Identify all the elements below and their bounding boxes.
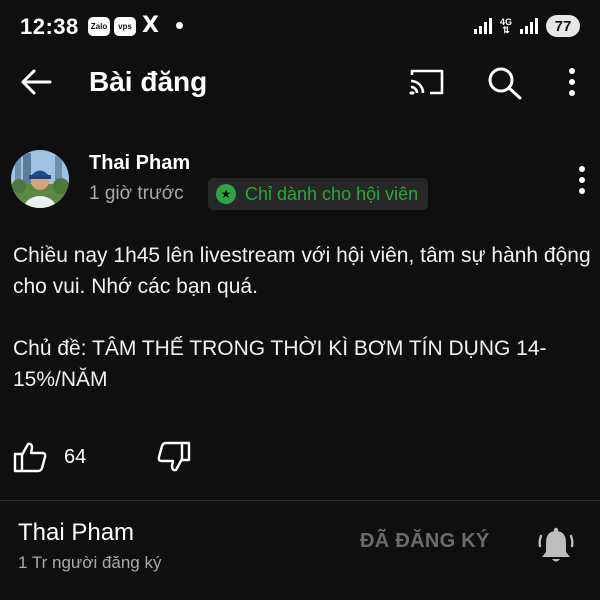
thumb-up-icon [13,442,47,473]
post-author[interactable]: Thai Pham [89,152,190,175]
members-only-badge: ★ Chỉ dành cho hội viên [208,178,429,210]
subscriber-count: 1 Tr người đăng ký [18,553,162,572]
more-options-button[interactable] [560,66,584,100]
avatar[interactable] [11,150,69,208]
like-count: 64 [64,446,87,468]
vps-notification-icon: vps [114,17,136,36]
top-app-bar: Bài đăng [0,52,600,112]
status-indicators: 4G ⇅ 77 [473,13,580,39]
notification-bell-button[interactable] [536,526,576,566]
thumb-down-icon [157,441,191,472]
post-time: 1 giờ trước [89,183,184,204]
channel-name[interactable]: Thai Pham [18,519,134,547]
post-menu-button[interactable] [571,163,593,197]
more-vert-icon [569,68,575,96]
page-title: Bài đăng [89,66,208,97]
battery-indicator: 77 [546,15,580,37]
post-paragraph: Chiều nay 1h45 lên livestream với hội vi… [13,244,591,298]
members-only-label: Chỉ dành cho hội viên [245,183,419,204]
signal-icon-2 [520,18,538,34]
more-notifications-dot [176,22,183,29]
search-button[interactable] [487,66,523,100]
status-bar: 12:38 Zalo vps X 4G ⇅ 77 [0,0,600,52]
back-button[interactable] [18,66,54,98]
cast-icon [409,69,444,95]
back-arrow-icon [21,69,52,95]
network-type: 4G ⇅ [499,17,512,35]
post-paragraph: Chủ đề: TÂM THẾ TRONG THỜI KÌ BƠM TÍN DỤ… [13,337,547,391]
star-icon: ★ [216,184,236,204]
network-label: 4G [499,17,512,27]
zalo-notification-icon: Zalo [88,17,110,36]
post-content: Chiều nay 1h45 lên livestream với hội vi… [13,240,593,395]
subscribed-button[interactable]: ĐÃ ĐĂNG KÝ [360,530,490,553]
divider [0,500,600,501]
like-button[interactable] [13,440,49,474]
dislike-button[interactable] [155,440,191,474]
more-vert-icon [579,166,585,194]
avatar-image [11,150,69,208]
clock: 12:38 [20,14,79,39]
search-icon [488,67,522,100]
signal-icon [473,18,492,34]
x-notification-icon: X [142,13,159,38]
cast-button[interactable] [408,66,446,98]
bell-icon [538,527,574,562]
